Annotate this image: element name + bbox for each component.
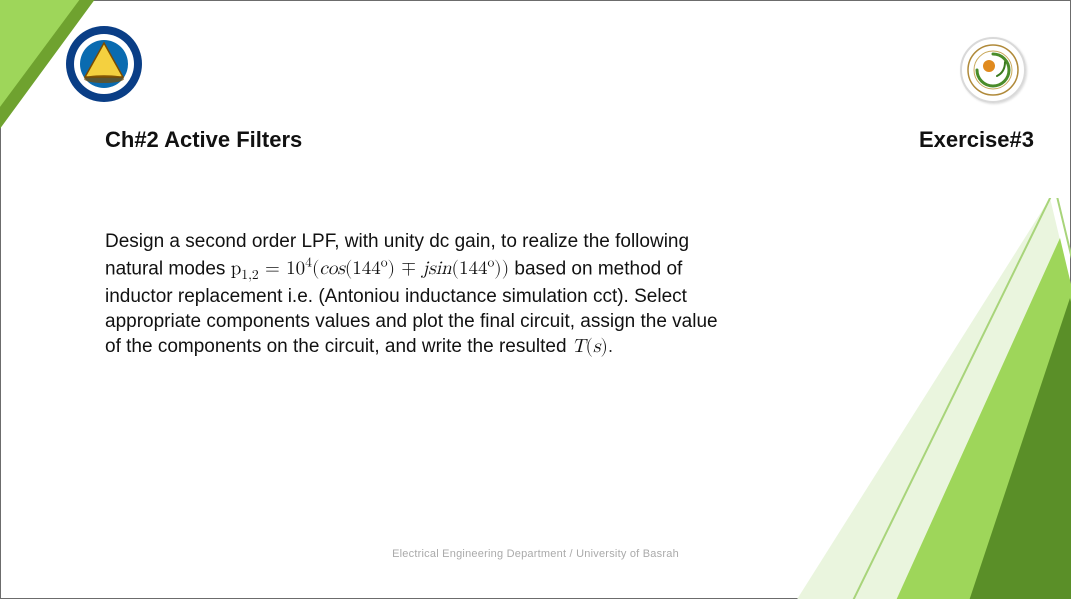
department-emblem-container [960, 37, 1026, 103]
natural-modes-expression: p1,2 = 104(cos(144o) ∓ jsin(144o)) [231, 259, 509, 278]
question-line-1: Design a second order LPF, with unity dc… [105, 229, 765, 254]
question-line-5-prefix: of the components on the circuit, and wr… [105, 336, 572, 357]
question-line-2-prefix: natural modes [105, 258, 231, 279]
question-line-2: natural modes p1,2 = 104(cos(144o) ∓ jsi… [105, 254, 765, 284]
question-line-5: of the components on the circuit, and wr… [105, 334, 765, 359]
university-crest-icon [65, 25, 143, 103]
slide-footer: Electrical Engineering Department / Univ… [1, 548, 1070, 560]
question-line-3: inductor replacement i.e. (Antoniou indu… [105, 284, 765, 309]
question-line-4: appropriate components values and plot t… [105, 309, 765, 334]
question-text: Design a second order LPF, with unity dc… [105, 229, 765, 360]
department-emblem-icon [967, 44, 1019, 96]
slide-container: Ch#2 Active Filters Exercise#3 Design a … [0, 0, 1071, 599]
transfer-function-symbol: T(s). [572, 337, 613, 356]
exercise-number: Exercise#3 [919, 127, 1034, 153]
question-line-2-suffix: based on method of [509, 258, 682, 279]
chapter-title: Ch#2 Active Filters [105, 127, 302, 153]
